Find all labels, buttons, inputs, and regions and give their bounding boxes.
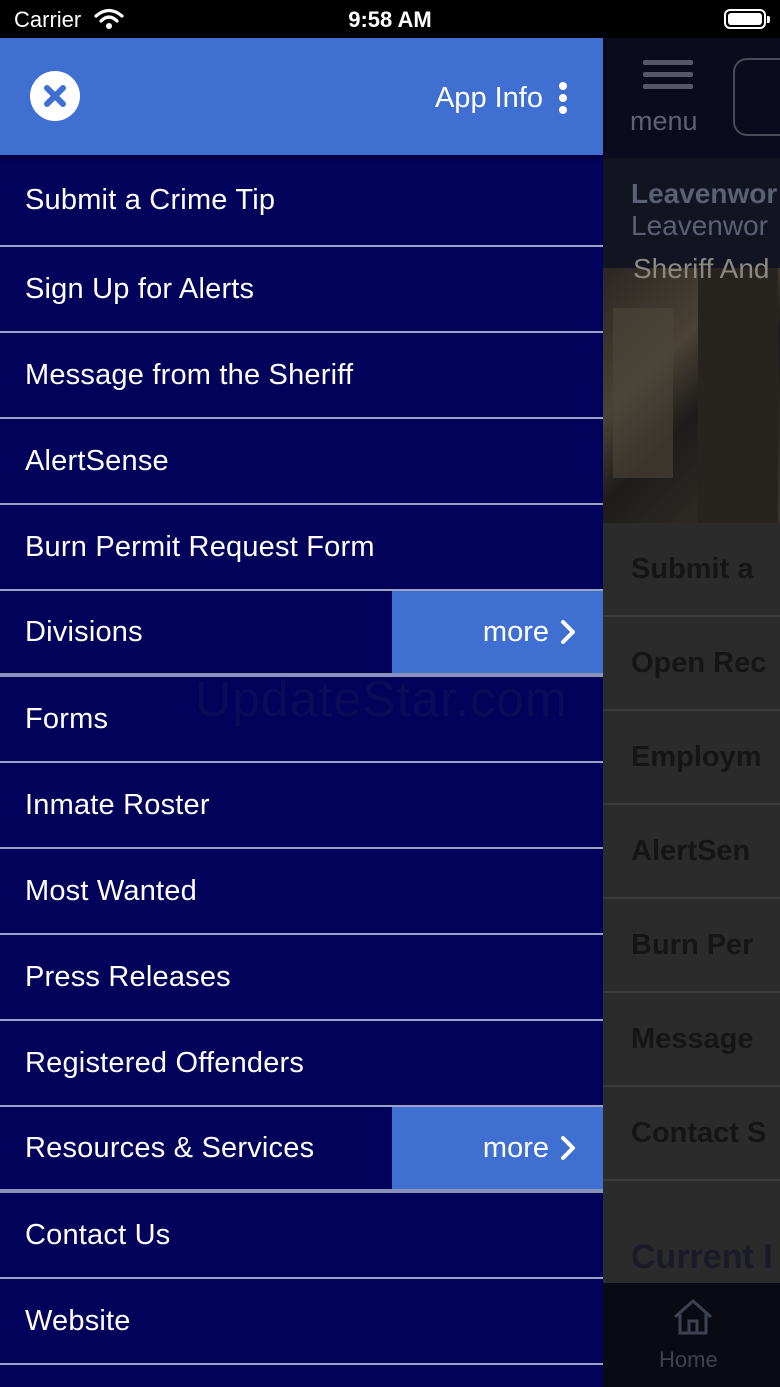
bg-hero-image (603, 268, 780, 523)
close-button[interactable] (30, 71, 80, 121)
menu-item-label: Burn Permit Request Form (25, 530, 375, 563)
menu-item-registered-offenders[interactable]: Registered Offenders (0, 1021, 603, 1107)
bg-list-item[interactable]: Submit a (603, 523, 780, 617)
menu-item-label: Sign Up for Alerts (25, 272, 255, 305)
menu-item-inmate-roster[interactable]: Inmate Roster (0, 763, 603, 849)
bg-list-item[interactable]: Contact S (603, 1087, 780, 1181)
menu-item-sign-up-alerts[interactable]: Sign Up for Alerts (0, 247, 603, 333)
bg-list-item[interactable]: Burn Per (603, 899, 780, 993)
bg-top-bar: menu (603, 38, 780, 158)
menu-item-divisions[interactable]: Divisions more (0, 591, 603, 677)
divisions-more-button[interactable]: more (392, 591, 603, 673)
tab-home-label: Home (659, 1347, 718, 1372)
more-label: more (482, 615, 549, 648)
menu-item-resources-services[interactable]: Resources & Services more (0, 1107, 603, 1193)
menu-item-most-wanted[interactable]: Most Wanted (0, 849, 603, 935)
app-info-button[interactable]: App Info (435, 78, 567, 118)
menu-item-label: Press Releases (25, 960, 231, 993)
status-bar: Carrier 9:58 AM (0, 0, 780, 38)
bg-menu-label: menu (630, 106, 698, 136)
menu-item-label: Resources & Services (25, 1131, 315, 1164)
resources-more-button[interactable]: more (392, 1107, 603, 1189)
app-info-label: App Info (434, 81, 543, 114)
menu-item-label: Forms (25, 702, 109, 735)
menu-item-label: Divisions (25, 615, 143, 648)
hamburger-icon[interactable] (643, 60, 693, 96)
bg-search-box[interactable] (733, 58, 780, 136)
menu-item-forms[interactable]: Forms (0, 677, 603, 763)
menu-item-submit-crime-tip[interactable]: Submit a Crime Tip (0, 155, 603, 247)
menu-item-burn-permit[interactable]: Burn Permit Request Form (0, 505, 603, 591)
menu-item-message-sheriff[interactable]: Message from the Sheriff (0, 333, 603, 419)
chevron-right-icon (561, 620, 575, 644)
bg-list-item[interactable]: Open Rec (603, 617, 780, 711)
drawer-menu: Submit a Crime Tip Sign Up for Alerts Me… (0, 155, 603, 1365)
bg-hero-caption: Sheriff And (633, 253, 770, 284)
menu-item-label: Submit a Crime Tip (25, 183, 276, 216)
menu-item-website[interactable]: Website (0, 1279, 603, 1365)
menu-item-label: Registered Offenders (25, 1046, 305, 1079)
menu-item-label: Most Wanted (25, 874, 197, 907)
menu-item-label: Contact Us (25, 1218, 171, 1251)
drawer-header: App Info (0, 38, 603, 155)
chevron-right-icon (561, 1136, 575, 1160)
bg-list: Submit a Open Rec Employm AlertSen Burn … (603, 523, 780, 1181)
home-icon[interactable] (671, 1297, 715, 1342)
clock: 9:58 AM (348, 7, 432, 32)
bg-list-item[interactable]: Message (603, 993, 780, 1087)
bg-title: Leavenwor Leavenwor (603, 158, 780, 268)
background-app: menu Leavenwor Leavenwor Sheriff And Sub… (603, 38, 780, 1387)
bg-tab-bar: Home (603, 1283, 780, 1387)
kebab-icon (559, 78, 567, 118)
menu-item-label: Message from the Sheriff (25, 358, 354, 391)
menu-item-alertsense[interactable]: AlertSense (0, 419, 603, 505)
menu-item-label: AlertSense (25, 444, 169, 477)
bg-list-item[interactable]: Employm (603, 711, 780, 805)
menu-item-label: Inmate Roster (25, 788, 210, 821)
menu-item-contact-us[interactable]: Contact Us (0, 1193, 603, 1279)
close-icon (44, 85, 66, 107)
more-label: more (482, 1131, 549, 1164)
side-drawer: App Info Submit a Crime Tip Sign Up for … (0, 38, 603, 1387)
bg-title-line1: Leavenwor (631, 178, 778, 209)
menu-item-press-releases[interactable]: Press Releases (0, 935, 603, 1021)
bg-title-line2: Leavenwor (631, 210, 768, 241)
bg-list-item[interactable]: AlertSen (603, 805, 780, 899)
menu-item-label: Website (25, 1304, 131, 1337)
battery-icon (724, 9, 770, 29)
bg-current-heading: Current I (631, 1238, 773, 1276)
